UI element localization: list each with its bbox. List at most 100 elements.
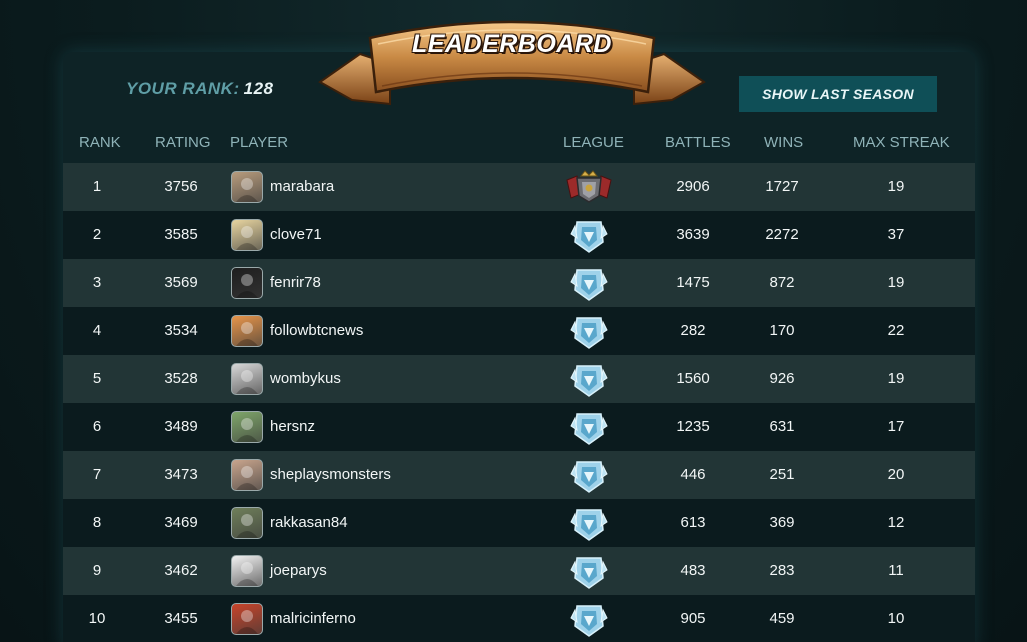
- rank-cell: 5: [92, 370, 102, 387]
- max-streak-cell: 20: [887, 466, 905, 483]
- ribbon-banner-icon: [318, 20, 706, 106]
- rank-cell: 1: [92, 178, 102, 195]
- your-rank-label: YOUR RANK:: [126, 79, 240, 98]
- leaderboard-title: LEADERBOARD: [412, 30, 612, 58]
- rating-cell: 3462: [164, 562, 198, 579]
- column-battles[interactable]: BATTLES: [665, 134, 731, 151]
- avatar[interactable]: [231, 555, 263, 587]
- battles-cell: 282: [680, 322, 706, 339]
- avatar[interactable]: [231, 171, 263, 203]
- column-player[interactable]: PLAYER: [230, 134, 288, 151]
- wins-cell: 251: [769, 466, 795, 483]
- battles-cell: 1235: [676, 418, 710, 435]
- table-header: RANK RATING PLAYER LEAGUE BATTLES WINS M…: [63, 128, 975, 162]
- wins-cell: 926: [769, 370, 795, 387]
- your-rank: YOUR RANK: 128: [126, 79, 273, 99]
- wins-cell: 170: [769, 322, 795, 339]
- rating-cell: 3569: [164, 274, 198, 291]
- avatar[interactable]: [231, 315, 263, 347]
- leaderboard-screen: YOUR RANK: 128 SHOW LAST SEASON LEADERBO…: [0, 0, 1027, 642]
- rating-cell: 3534: [164, 322, 198, 339]
- table-row[interactable]: 4 3534 followbtcnews 282 170 22: [63, 307, 975, 355]
- battles-cell: 905: [680, 610, 706, 627]
- avatar[interactable]: [231, 507, 263, 539]
- column-max-streak[interactable]: MAX STREAK: [853, 134, 950, 151]
- player-name[interactable]: malricinferno: [270, 610, 356, 627]
- table-row[interactable]: 2 3585 clove71 3639 2272 37: [63, 211, 975, 259]
- wins-cell: 369: [769, 514, 795, 531]
- table-row[interactable]: 3 3569 fenrir78 1475 872 19: [63, 259, 975, 307]
- rank-cell: 2: [92, 226, 102, 243]
- player-name[interactable]: followbtcnews: [270, 322, 363, 339]
- avatar[interactable]: [231, 363, 263, 395]
- max-streak-cell: 22: [887, 322, 905, 339]
- battles-cell: 3639: [676, 226, 710, 243]
- wins-cell: 872: [769, 274, 795, 291]
- player-name[interactable]: marabara: [270, 178, 334, 195]
- table-row[interactable]: 1 3756 marabara 2906 1727 19: [63, 163, 975, 211]
- diamond-league-icon: [563, 264, 615, 302]
- battles-cell: 446: [680, 466, 706, 483]
- champion-league-icon: [563, 168, 615, 206]
- table-row[interactable]: 10 3455 malricinferno 905 459 10: [63, 595, 975, 642]
- player-name[interactable]: rakkasan84: [270, 514, 348, 531]
- wins-cell: 631: [769, 418, 795, 435]
- battles-cell: 1560: [676, 370, 710, 387]
- rank-cell: 7: [92, 466, 102, 483]
- diamond-league-icon: [563, 600, 615, 638]
- wins-cell: 283: [769, 562, 795, 579]
- rank-cell: 4: [92, 322, 102, 339]
- max-streak-cell: 17: [887, 418, 905, 435]
- your-rank-value: 128: [243, 79, 274, 98]
- avatar[interactable]: [231, 459, 263, 491]
- diamond-league-icon: [563, 456, 615, 494]
- diamond-league-icon: [563, 408, 615, 446]
- max-streak-cell: 10: [887, 610, 905, 627]
- player-name[interactable]: hersnz: [270, 418, 315, 435]
- battles-cell: 613: [680, 514, 706, 531]
- diamond-league-icon: [563, 552, 615, 590]
- table-row[interactable]: 6 3489 hersnz 1235 631 17: [63, 403, 975, 451]
- rating-cell: 3489: [164, 418, 198, 435]
- rank-cell: 8: [92, 514, 102, 531]
- wins-cell: 2272: [765, 226, 799, 243]
- max-streak-cell: 12: [887, 514, 905, 531]
- avatar[interactable]: [231, 411, 263, 443]
- player-name[interactable]: fenrir78: [270, 274, 321, 291]
- rank-cell: 3: [92, 274, 102, 291]
- rating-cell: 3469: [164, 514, 198, 531]
- battles-cell: 2906: [676, 178, 710, 195]
- wins-cell: 459: [769, 610, 795, 627]
- column-league[interactable]: LEAGUE: [563, 134, 624, 151]
- rating-cell: 3455: [164, 610, 198, 627]
- player-name[interactable]: joeparys: [270, 562, 327, 579]
- player-name[interactable]: sheplaysmonsters: [270, 466, 391, 483]
- rank-cell: 9: [92, 562, 102, 579]
- column-rating[interactable]: RATING: [155, 134, 211, 151]
- rating-cell: 3473: [164, 466, 198, 483]
- avatar[interactable]: [231, 603, 263, 635]
- rating-cell: 3585: [164, 226, 198, 243]
- diamond-league-icon: [563, 216, 615, 254]
- avatar[interactable]: [231, 267, 263, 299]
- max-streak-cell: 19: [887, 178, 905, 195]
- show-last-season-button[interactable]: SHOW LAST SEASON: [739, 76, 937, 112]
- rank-cell: 10: [88, 610, 106, 627]
- battles-cell: 1475: [676, 274, 710, 291]
- column-wins[interactable]: WINS: [764, 134, 803, 151]
- rank-cell: 6: [92, 418, 102, 435]
- table-row[interactable]: 5 3528 wombykus 1560 926 19: [63, 355, 975, 403]
- avatar[interactable]: [231, 219, 263, 251]
- table-row[interactable]: 7 3473 sheplaysmonsters 446 251 20: [63, 451, 975, 499]
- diamond-league-icon: [563, 312, 615, 350]
- player-name[interactable]: clove71: [270, 226, 322, 243]
- player-name[interactable]: wombykus: [270, 370, 341, 387]
- max-streak-cell: 19: [887, 370, 905, 387]
- column-rank[interactable]: RANK: [79, 134, 121, 151]
- wins-cell: 1727: [765, 178, 799, 195]
- leaderboard-banner: LEADERBOARD: [312, 8, 712, 120]
- table-row[interactable]: 8 3469 rakkasan84 613 369 12: [63, 499, 975, 547]
- max-streak-cell: 19: [887, 274, 905, 291]
- table-row[interactable]: 9 3462 joeparys 483 283 11: [63, 547, 975, 595]
- diamond-league-icon: [563, 360, 615, 398]
